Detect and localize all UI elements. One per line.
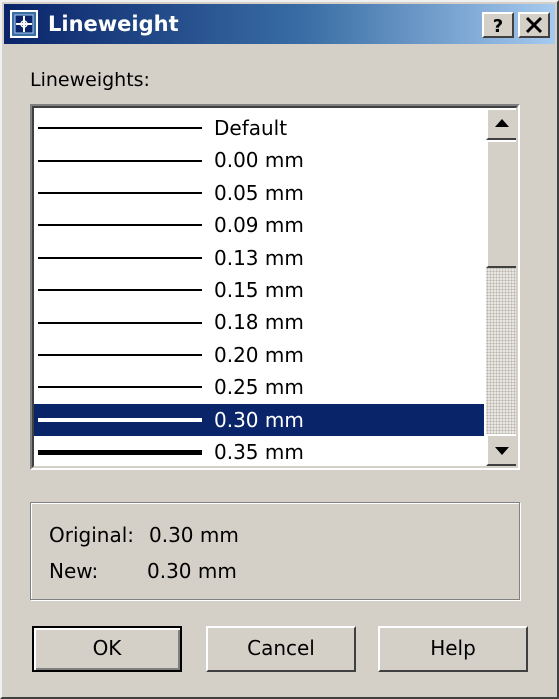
lineweight-item-label: 0.18 mm xyxy=(214,310,304,335)
context-help-button[interactable]: ? xyxy=(482,12,514,38)
lineweight-list-item[interactable]: 0.00 mm xyxy=(34,144,484,176)
lineweight-sample-line xyxy=(38,224,202,227)
lineweight-item-label: 0.13 mm xyxy=(214,245,304,270)
lineweight-sample-line xyxy=(38,449,202,455)
help-button[interactable]: Help xyxy=(378,626,528,672)
close-icon xyxy=(525,16,543,34)
lineweight-item-label: Default xyxy=(214,116,288,140)
lineweights-list[interactable]: Default 0.00 mm 0.05 mm 0.09 mm 0.13 mm 0.15 … xyxy=(34,112,486,466)
lineweight-dialog: Lineweight ? Lineweights: Default 0.00 mm… xyxy=(0,0,559,699)
lineweight-list-item[interactable]: 0.35 mm xyxy=(34,436,484,466)
lineweight-info-group: Original: 0.30 mm New: 0.30 mm xyxy=(30,502,520,600)
lineweight-item-label: 0.35 mm xyxy=(214,439,304,464)
lineweight-item-label: 0.20 mm xyxy=(214,342,304,367)
lineweight-list-item[interactable]: 0.20 mm xyxy=(34,339,484,371)
new-value: 0.30 mm xyxy=(147,559,237,583)
lineweight-item-label: 0.25 mm xyxy=(214,375,304,400)
lineweight-sample-line xyxy=(38,127,202,130)
lineweight-app-icon xyxy=(10,10,38,38)
scroll-down-button[interactable] xyxy=(486,434,516,466)
close-button[interactable] xyxy=(518,12,550,38)
scroll-thumb[interactable] xyxy=(486,140,516,268)
new-label: New: xyxy=(49,559,99,583)
lineweight-item-label: 0.15 mm xyxy=(214,277,304,302)
lineweight-sample-line xyxy=(38,256,202,259)
cancel-button[interactable]: Cancel xyxy=(206,626,356,672)
lineweight-list-item[interactable]: 0.25 mm xyxy=(34,371,484,403)
lineweight-list-item[interactable]: 0.13 mm xyxy=(34,242,484,274)
lineweight-sample-line xyxy=(38,353,202,356)
lineweight-sample-line xyxy=(38,321,202,324)
lineweight-list-item[interactable]: Default xyxy=(34,112,484,144)
scroll-up-button[interactable] xyxy=(486,108,516,140)
ok-button[interactable]: OK xyxy=(32,626,182,672)
lineweight-sample-line xyxy=(38,159,202,162)
lineweight-sample-line xyxy=(38,289,202,292)
lineweight-list-item[interactable]: 0.18 mm xyxy=(34,306,484,338)
title-bar[interactable]: Lineweight ? xyxy=(4,4,555,44)
lineweights-listbox[interactable]: Default 0.00 mm 0.05 mm 0.09 mm 0.13 mm 0.15 … xyxy=(30,104,520,470)
lineweight-sample-line xyxy=(38,417,202,422)
original-value: 0.30 mm xyxy=(149,523,239,547)
window-title: Lineweight xyxy=(48,12,179,36)
svg-text:?: ? xyxy=(493,16,503,36)
lineweight-item-label: 0.09 mm xyxy=(214,213,304,238)
lineweight-item-label: 0.00 mm xyxy=(214,148,304,173)
vertical-scrollbar[interactable] xyxy=(486,108,516,466)
down-arrow-icon xyxy=(495,447,509,455)
lineweight-list-item[interactable]: 0.05 mm xyxy=(34,177,484,209)
lineweight-list-item[interactable]: 0.15 mm xyxy=(34,274,484,306)
up-arrow-icon xyxy=(495,119,509,127)
lineweight-sample-line xyxy=(38,386,202,389)
lineweight-list-item[interactable]: 0.30 mm xyxy=(34,403,484,436)
lineweight-sample-line xyxy=(38,191,202,194)
lineweights-label: Lineweights: xyxy=(30,69,150,91)
original-label: Original: xyxy=(49,523,134,547)
lineweight-list-item[interactable]: 0.09 mm xyxy=(34,209,484,241)
lineweight-item-label: 0.05 mm xyxy=(214,180,304,205)
lineweight-item-label: 0.30 mm xyxy=(214,407,304,432)
